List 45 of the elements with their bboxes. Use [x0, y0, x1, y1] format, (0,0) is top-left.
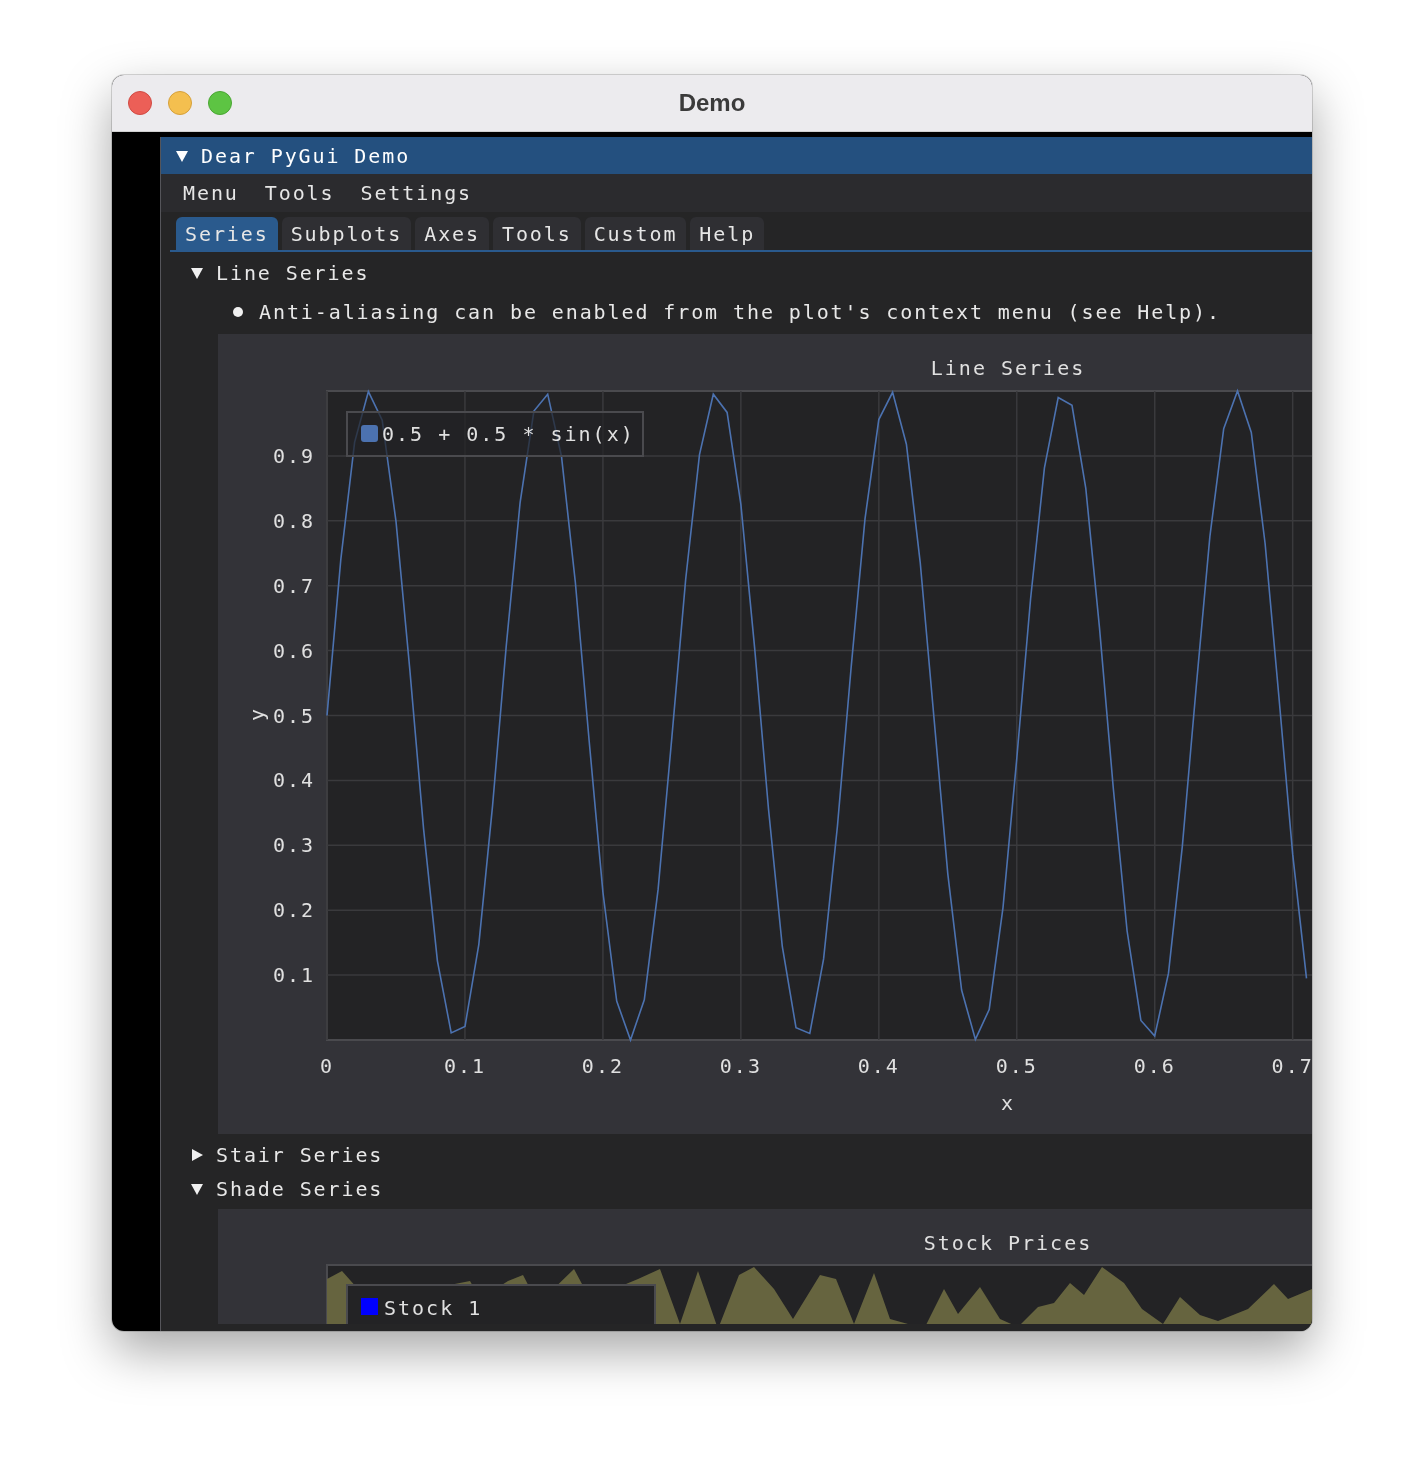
caret-icon[interactable]	[190, 266, 204, 280]
x-tick-label: 0.2	[581, 1054, 624, 1078]
y-tick-label: 0.9	[272, 443, 315, 468]
y-tick-label: 0.4	[272, 768, 315, 793]
y-tick-label: 0.2	[272, 898, 315, 923]
tab[interactable]: Help	[690, 217, 765, 250]
y-tick-label: 0.6	[272, 638, 315, 663]
tab[interactable]: Subplots	[281, 217, 412, 250]
tab[interactable]: Custom	[584, 217, 687, 250]
tree-node-label[interactable]: Shade Series	[216, 1177, 384, 1201]
tab[interactable]: Axes	[415, 217, 489, 250]
bullet-text: Anti-aliasing can be enabled from the plot's context menu (see Help).	[259, 300, 1221, 324]
caret-icon[interactable]	[190, 1148, 204, 1162]
x-axis-label: x	[1001, 1091, 1015, 1115]
tree-node-label[interactable]: Line Series	[216, 261, 370, 285]
window-title: Demo	[678, 89, 746, 116]
y-tick-label: 0.8	[272, 508, 315, 533]
y-tick-label: 0.1	[272, 963, 315, 988]
close-button[interactable]	[128, 91, 152, 115]
y-axis-label: y	[245, 707, 269, 721]
y-tick-label: 0.3	[272, 833, 315, 858]
x-tick-label: 0.3	[719, 1054, 762, 1078]
tab[interactable]: Tools	[492, 217, 581, 250]
x-tick-label: 0.7	[1271, 1054, 1312, 1078]
x-tick-label: 0.6	[1133, 1054, 1176, 1078]
caret-icon[interactable]	[175, 148, 189, 163]
menu-item[interactable]: Settings	[354, 181, 478, 205]
x-tick-label: 0	[320, 1054, 334, 1078]
panel-title: Dear PyGui Demo	[201, 143, 411, 168]
tree-node-label[interactable]: Stair Series	[216, 1143, 384, 1167]
legend-label: 0.5 + 0.5 * sin(x)	[382, 422, 635, 446]
chart-title: Line Series	[930, 356, 1086, 380]
panel-header[interactable]: Dear PyGui Demo	[161, 137, 1312, 174]
chart-title: Stock Prices	[923, 1231, 1093, 1255]
x-tick-label: 0.1	[443, 1054, 486, 1078]
legend-label: Stock 1	[384, 1296, 483, 1320]
bullet-icon	[233, 307, 243, 317]
x-tick-label: 0.4	[857, 1054, 900, 1078]
x-tick-label: 0.5	[995, 1054, 1038, 1078]
y-tick-label: 0.7	[272, 573, 315, 598]
menu-item[interactable]: Menu	[177, 181, 245, 205]
menu-item[interactable]: Tools	[258, 181, 341, 205]
y-tick-label: 0.5	[272, 703, 315, 728]
caret-icon[interactable]	[190, 1182, 204, 1196]
tab[interactable]: Series	[176, 217, 278, 250]
